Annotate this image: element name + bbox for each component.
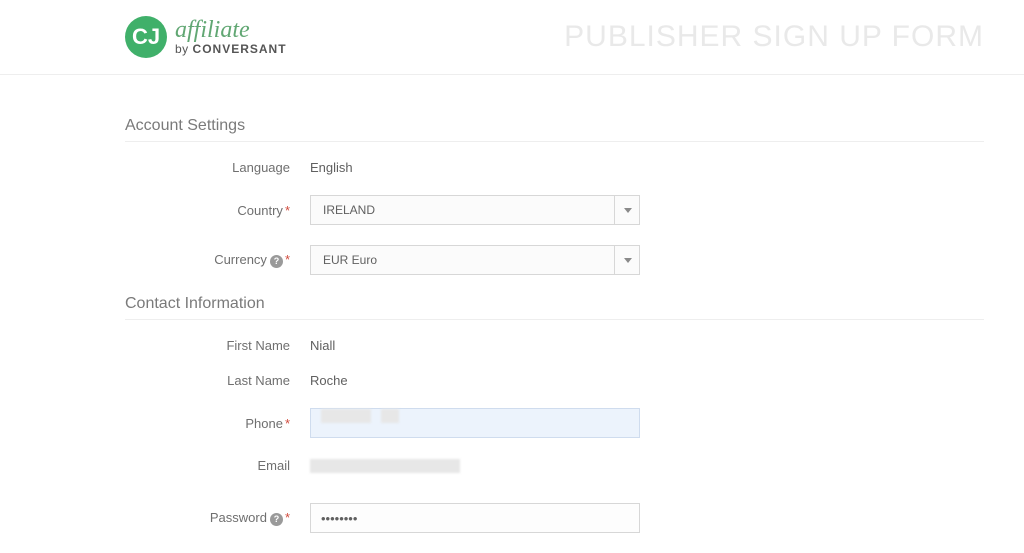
- row-language: Language English: [125, 160, 984, 175]
- form-content: Account Settings Language English Countr…: [0, 75, 1024, 533]
- required-marker: *: [285, 416, 290, 431]
- help-icon[interactable]: ?: [270, 255, 283, 268]
- required-marker: *: [285, 252, 290, 267]
- row-currency: Currency?* EUR Euro: [125, 245, 984, 275]
- last-name-value: Roche: [310, 373, 348, 388]
- logo-text: affiliate by CONVERSANT: [175, 18, 287, 56]
- currency-select-caret[interactable]: [614, 245, 640, 275]
- phone-input[interactable]: [310, 408, 640, 438]
- redacted-content: [310, 459, 460, 473]
- section-contact-information: Contact Information: [125, 295, 984, 320]
- last-name-label: Last Name: [125, 373, 310, 388]
- required-marker: *: [285, 510, 290, 525]
- row-phone: Phone*: [125, 408, 984, 438]
- section-account-settings: Account Settings: [125, 117, 984, 142]
- row-country: Country* IRELAND: [125, 195, 984, 225]
- row-first-name: First Name Niall: [125, 338, 984, 353]
- required-marker: *: [285, 203, 290, 218]
- currency-label: Currency?*: [125, 252, 310, 267]
- row-last-name: Last Name Roche: [125, 373, 984, 388]
- currency-select-value[interactable]: EUR Euro: [310, 245, 640, 275]
- logo-mark: CJ: [125, 16, 167, 58]
- page-title: PUBLISHER SIGN UP FORM: [564, 20, 984, 54]
- email-label: Email: [125, 458, 310, 473]
- brand-logo: CJ affiliate by CONVERSANT: [125, 16, 287, 58]
- currency-select[interactable]: EUR Euro: [310, 245, 640, 275]
- language-label: Language: [125, 160, 310, 175]
- redacted-content: [321, 409, 629, 423]
- help-icon[interactable]: ?: [270, 513, 283, 526]
- chevron-down-icon: [624, 208, 632, 213]
- password-label: Password?*: [125, 510, 310, 525]
- country-select-caret[interactable]: [614, 195, 640, 225]
- first-name-label: First Name: [125, 338, 310, 353]
- row-password: Password?*: [125, 503, 984, 533]
- email-value: [310, 459, 460, 473]
- country-select-value[interactable]: IRELAND: [310, 195, 640, 225]
- page-header: CJ affiliate by CONVERSANT PUBLISHER SIG…: [0, 0, 1024, 75]
- chevron-down-icon: [624, 258, 632, 263]
- row-email: Email: [125, 458, 984, 473]
- phone-label: Phone*: [125, 416, 310, 431]
- language-value: English: [310, 160, 353, 175]
- country-label: Country*: [125, 203, 310, 218]
- logo-byline: by CONVERSANT: [175, 43, 287, 56]
- country-select[interactable]: IRELAND: [310, 195, 640, 225]
- password-input[interactable]: [310, 503, 640, 533]
- first-name-value: Niall: [310, 338, 335, 353]
- logo-wordmark: affiliate: [175, 18, 287, 43]
